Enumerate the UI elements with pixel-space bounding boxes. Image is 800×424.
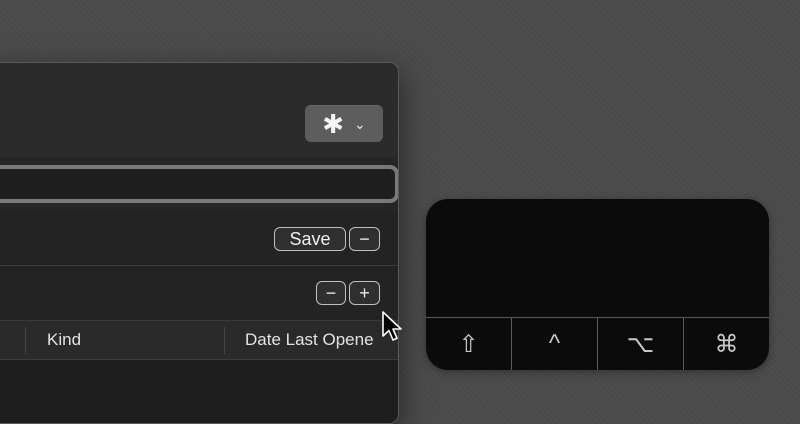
modifier-keys-overlay: ⇧ ^ ⌥ ⌘ [426,199,769,370]
search-input[interactable] [0,165,398,203]
action-menu-button[interactable]: ✱ ⌄ [305,105,383,142]
column-divider[interactable] [224,327,225,354]
remove-rule-button[interactable]: − [316,281,346,305]
modifier-keys-row: ⇧ ^ ⌥ ⌘ [426,317,769,370]
save-criteria-row: Save − [0,211,398,266]
mouse-pointer-icon [382,311,402,341]
remove-criteria-button[interactable]: − [349,227,380,251]
window-toolbar: ✱ ⌄ [0,63,398,158]
results-list[interactable] [0,360,398,423]
option-key-icon: ⌥ [597,318,683,370]
save-button[interactable]: Save [274,227,346,251]
chevron-down-icon: ⌄ [354,115,366,132]
column-divider[interactable] [25,327,26,354]
column-header-kind[interactable]: Kind [47,330,81,350]
control-key-icon: ^ [511,318,597,370]
search-criteria-row: − + [0,266,398,321]
add-rule-button[interactable]: + [349,281,380,305]
command-key-icon: ⌘ [683,318,769,370]
gear-icon: ✱ [322,108,345,139]
column-header-date-last-opened[interactable]: Date Last Opene [245,330,374,350]
column-headers: Kind Date Last Opene [0,321,398,360]
shift-key-icon: ⇧ [458,330,479,358]
search-row [0,157,398,212]
finder-window: ✱ ⌄ Save − − + Kind Date Last Opene [0,62,399,424]
